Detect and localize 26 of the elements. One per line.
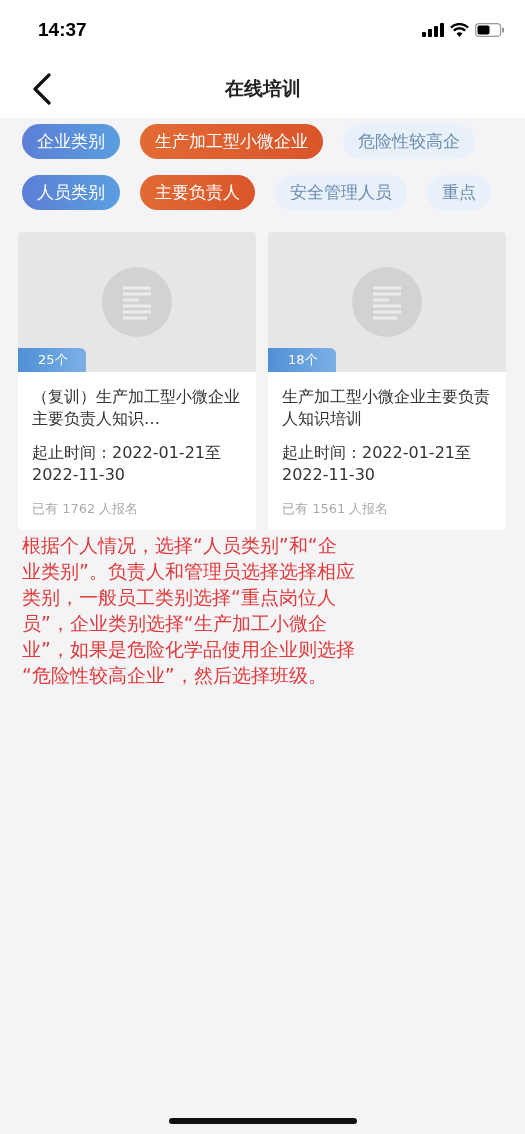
wifi-icon [450,23,469,37]
battery-icon [475,23,505,37]
filter-chip[interactable]: 重点 [427,175,491,210]
signal-icon [422,23,444,37]
filter-chip[interactable]: 生产加工型小微企业 [140,124,323,159]
course-title: （复训）生产加工型小微企业主要负责人知识… [32,386,241,430]
count-badge: 18个 [268,348,336,372]
course-period: 起止时间：2022-01-21至2022-11-30 [282,442,472,486]
filter-category-label: 企业类别 [22,124,120,159]
page-title: 在线培训 [224,76,301,101]
enrollment-count: 已有 1762 人报名 [32,500,140,518]
enrollment-count: 已有 1561 人报名 [282,500,390,518]
course-card[interactable]: 25个 （复训）生产加工型小微企业主要负责人知识… 起止时间：2022-01-21至2022-11-30 已有 1762 人报名 [18,232,256,530]
filter-chip[interactable]: 危险性较高企 [343,124,475,159]
status-time: 14:37 [38,19,87,41]
count-badge: 25个 [18,348,86,372]
document-icon [351,266,423,338]
course-title: 生产加工型小微企业主要负责人知识培训 [282,386,491,430]
filter-chip[interactable]: 安全管理人员 [275,175,407,210]
back-button[interactable] [32,73,52,105]
annotation-text: 根据个人情况，选择“人员类别”和“企 业类别”。负责人和管理员选择选择相应 类别，一般员工类别选择“重点岗位人 员”，企业类别选择“生产加工小微企 业”，如果是危险化学品使用企业则选择 “危险性较高企业”，然后选择班级。 [22,533,356,688]
course-card[interactable]: 18个 生产加工型小微企业主要负责人知识培训 起止时间：2022-01-21至2022-11-30 已有 1561 人报名 [268,232,506,530]
course-period: 起止时间：2022-01-21至2022-11-30 [32,442,222,486]
filter-chip[interactable]: 主要负责人 [140,175,255,210]
filter-category-label: 人员类别 [22,175,120,210]
document-icon [101,266,173,338]
